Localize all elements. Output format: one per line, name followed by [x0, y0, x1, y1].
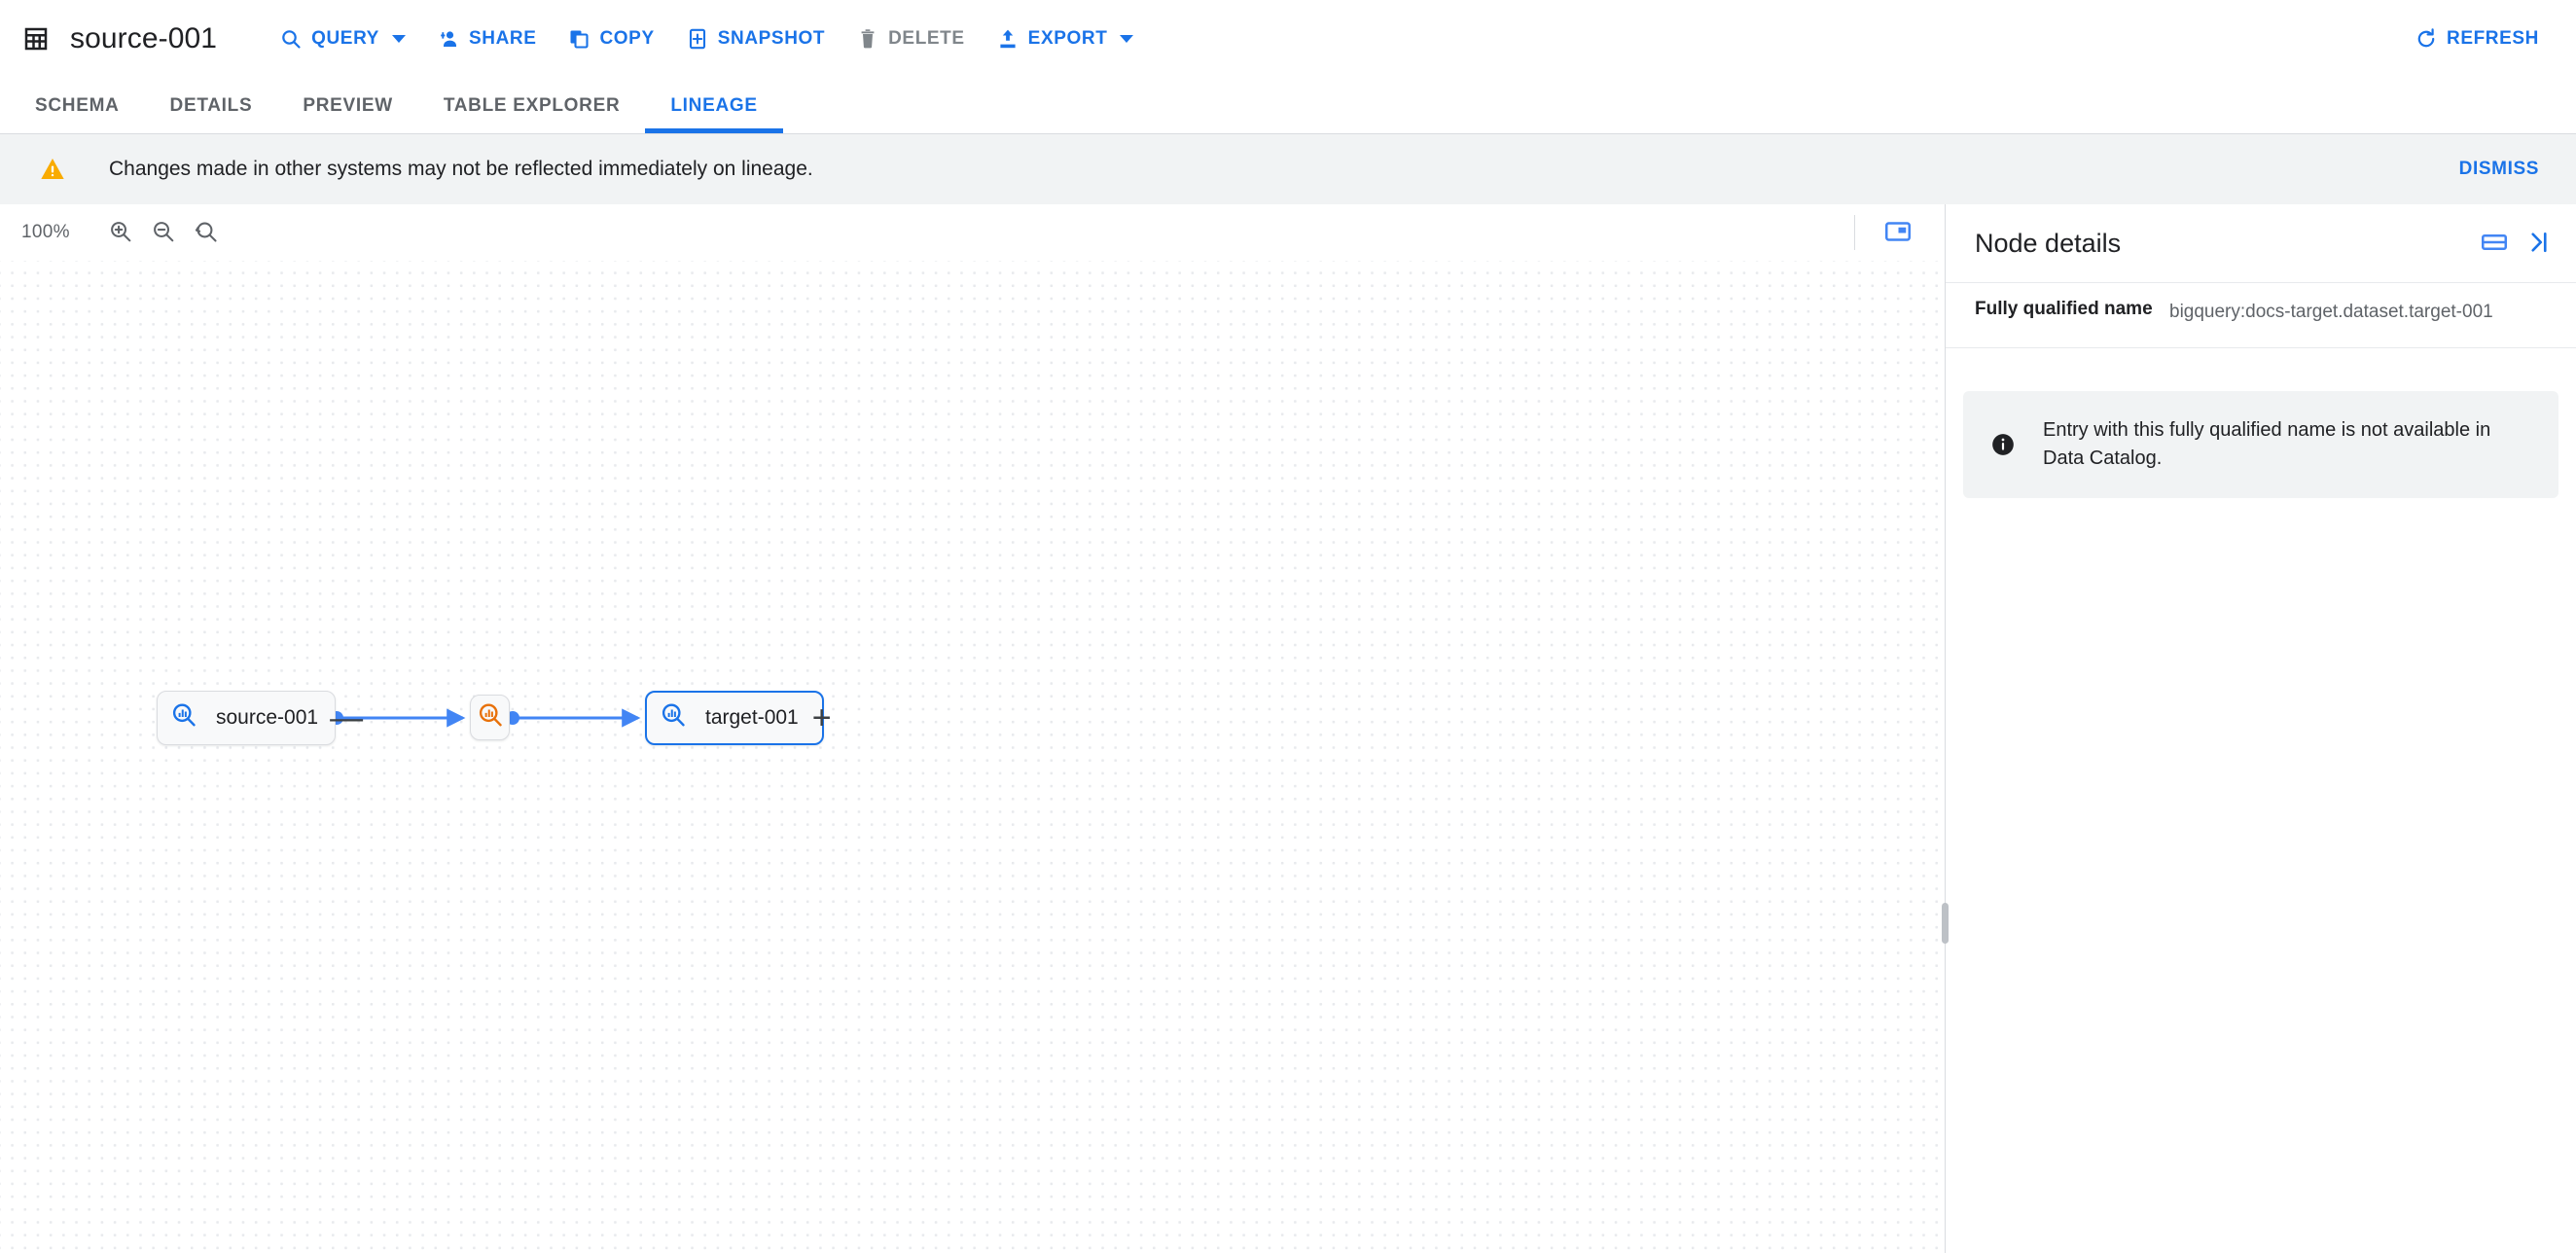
- data-catalog-info-note: Entry with this fully qualified name is …: [1963, 390, 2558, 498]
- data-lineage-search-icon: [476, 700, 505, 734]
- zoom-out-button[interactable]: [142, 211, 185, 254]
- collapse-right-icon: [2522, 228, 2552, 260]
- snapshot-icon: [686, 27, 709, 51]
- panel-resize-handle[interactable]: [1942, 903, 1949, 944]
- lineage-warning-banner: Changes made in other systems may not be…: [0, 134, 2576, 204]
- banner-message: Changes made in other systems may not be…: [109, 158, 813, 180]
- edge-process-to-target: [506, 708, 641, 728]
- info-icon: [1990, 432, 2016, 457]
- lineage-node-target-label: target-001: [705, 706, 799, 729]
- lineage-node-process[interactable]: [470, 695, 510, 740]
- node-details-title: Node details: [1975, 228, 2122, 258]
- share-label: SHARE: [468, 28, 537, 49]
- graph-toolbar: 100%: [0, 204, 1945, 261]
- zoom-in-button[interactable]: [99, 211, 142, 254]
- share-button[interactable]: SHARE: [421, 18, 553, 59]
- lineage-node-target-expand-button[interactable]: +: [810, 701, 834, 734]
- copy-button[interactable]: COPY: [552, 18, 669, 59]
- export-label: EXPORT: [1027, 28, 1108, 49]
- chevron-down-icon: [1120, 35, 1134, 43]
- toolbar-divider: [1854, 215, 1855, 250]
- zoom-out-icon: [151, 219, 176, 247]
- lineage-graph-section: 100% source-001 — target-001 +: [0, 204, 1945, 1253]
- tab-table-explorer[interactable]: TABLE EXPLORER: [418, 78, 646, 133]
- minimap-toggle-button[interactable]: [1877, 211, 1919, 254]
- zoom-level-label: 100%: [21, 222, 70, 242]
- page-title: source-001: [70, 22, 218, 54]
- node-details-panel: Node details Fully qualified name bigque…: [1946, 204, 2576, 1253]
- data-lineage-search-icon: [659, 700, 694, 735]
- refresh-label: REFRESH: [2447, 28, 2539, 49]
- delete-button[interactable]: DELETE: [841, 18, 981, 59]
- table-icon: [21, 24, 51, 54]
- delete-label: DELETE: [888, 28, 965, 49]
- export-icon: [996, 27, 1020, 51]
- panel-divider: [1942, 204, 1949, 1253]
- warning-triangle-icon: [39, 156, 66, 183]
- refresh-button[interactable]: REFRESH: [2399, 18, 2555, 59]
- tab-lineage[interactable]: LINEAGE: [645, 78, 784, 133]
- trash-icon: [856, 27, 879, 51]
- dismiss-button[interactable]: DISMISS: [2448, 151, 2551, 188]
- collapse-panel-button[interactable]: [2516, 222, 2558, 265]
- fully-qualified-name-value: bigquery:docs-target.dataset.target-001: [2169, 302, 2493, 322]
- split-pane-icon: [2480, 228, 2509, 260]
- search-icon: [279, 27, 303, 51]
- snapshot-button[interactable]: SNAPSHOT: [670, 18, 841, 59]
- export-button[interactable]: EXPORT: [981, 18, 1150, 59]
- lineage-node-target[interactable]: target-001 +: [645, 691, 832, 745]
- lineage-edges: [330, 708, 641, 728]
- zoom-reset-button[interactable]: [185, 211, 228, 254]
- fully-qualified-name-key: Fully qualified name: [1975, 299, 2153, 319]
- tab-bar: SCHEMA DETAILS PREVIEW TABLE EXPLORER LI…: [0, 78, 2576, 134]
- zoom-in-icon: [108, 219, 133, 247]
- data-catalog-info-text: Entry with this fully qualified name is …: [2043, 418, 2491, 469]
- tab-schema[interactable]: SCHEMA: [10, 78, 145, 133]
- tab-details[interactable]: DETAILS: [145, 78, 278, 133]
- snapshot-label: SNAPSHOT: [717, 28, 826, 49]
- zoom-reset-icon: [194, 219, 219, 247]
- fully-qualified-name-row: Fully qualified name bigquery:docs-targe…: [1946, 282, 2576, 348]
- picture-in-picture-icon: [1883, 217, 1913, 249]
- copy-icon: [567, 27, 590, 51]
- node-details-header: Node details: [1946, 204, 2576, 282]
- copy-label: COPY: [599, 28, 655, 49]
- lineage-node-source[interactable]: source-001 —: [157, 691, 363, 745]
- tab-preview[interactable]: PREVIEW: [277, 78, 418, 133]
- toolbar-actions: QUERY SHARE COPY SNAPSHOT DELETE EXPORT: [264, 18, 1149, 59]
- person-add-icon: [437, 27, 460, 51]
- lineage-canvas[interactable]: source-001 — target-001 +: [0, 261, 1945, 1253]
- chevron-down-icon: [391, 35, 406, 43]
- query-label: QUERY: [311, 28, 379, 49]
- refresh-icon: [2415, 27, 2438, 51]
- split-pane-button[interactable]: [2473, 222, 2516, 265]
- lineage-node-source-collapse-button[interactable]: —: [330, 701, 363, 734]
- query-button[interactable]: QUERY: [264, 18, 421, 59]
- lineage-node-source-label: source-001: [216, 706, 319, 729]
- lineage-body: 100% source-001 — target-001 + Node deta…: [0, 204, 2576, 1253]
- top-toolbar: source-001 QUERY SHARE COPY SNAPSHOT DEL…: [0, 0, 2576, 78]
- data-lineage-search-icon: [169, 700, 204, 735]
